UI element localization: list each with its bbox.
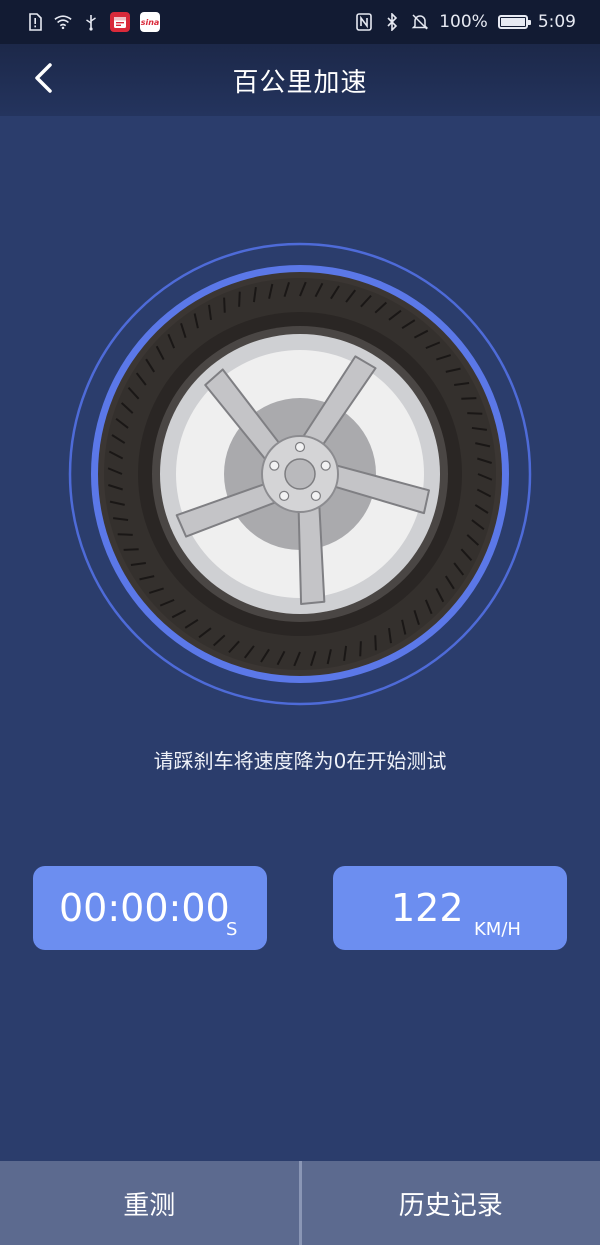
speed-value: 122 — [391, 886, 464, 930]
tread-tick — [467, 412, 483, 415]
sim-alert-icon — [26, 13, 44, 31]
speed-unit: KM/H — [474, 919, 521, 940]
page-title: 百公里加速 — [232, 67, 368, 98]
status-left: sina — [26, 12, 160, 32]
instruction-text: 请踩刹车将速度降为0在开始测试 — [153, 749, 447, 773]
sina-app-icon: sina — [140, 12, 160, 32]
battery-icon — [497, 15, 531, 29]
time-unit: S — [226, 919, 238, 940]
wheel-graphic — [67, 241, 533, 707]
lug-nut — [320, 460, 331, 471]
chevron-left-icon — [32, 62, 56, 98]
calendar-app-icon — [110, 12, 130, 32]
lug-nut — [279, 490, 290, 501]
retest-button[interactable]: 重测 — [0, 1161, 299, 1245]
usb-icon — [82, 13, 100, 31]
status-right: 100% 5:09 — [355, 12, 576, 32]
mute-bell-icon — [411, 13, 429, 31]
tread-tick — [223, 297, 226, 313]
lug-nut — [310, 490, 321, 501]
lug-nut — [294, 441, 306, 453]
tread-tick — [238, 291, 241, 307]
history-button[interactable]: 历史记录 — [301, 1161, 600, 1245]
nav-bar: 百公里加速 — [0, 44, 600, 116]
tread-tick — [123, 548, 139, 551]
tread-tick — [374, 635, 377, 651]
wheel-icon — [68, 242, 532, 706]
battery-level — [500, 18, 525, 26]
status-bar: sina 100% 5:09 — [0, 0, 600, 44]
time-value: 00:00:00 — [59, 886, 230, 930]
bottom-action-bar: 重测 历史记录 — [0, 1161, 600, 1245]
wifi-icon — [54, 13, 72, 31]
tread-tick — [461, 397, 477, 400]
battery-percent: 100% — [439, 12, 488, 32]
sina-app-label: sina — [140, 17, 160, 27]
back-button[interactable] — [22, 58, 66, 102]
lug-nut — [269, 460, 280, 471]
time-readout: 00:00:00 S — [33, 866, 267, 950]
tread-tick — [117, 533, 133, 536]
tread-tick — [359, 641, 362, 657]
nfc-icon — [355, 13, 373, 31]
clock: 5:09 — [537, 12, 576, 32]
wheel-spoke — [297, 501, 326, 605]
wheel-hub-center — [284, 458, 316, 490]
bluetooth-icon — [383, 13, 401, 31]
speed-readout: 122 KM/H — [333, 866, 567, 950]
